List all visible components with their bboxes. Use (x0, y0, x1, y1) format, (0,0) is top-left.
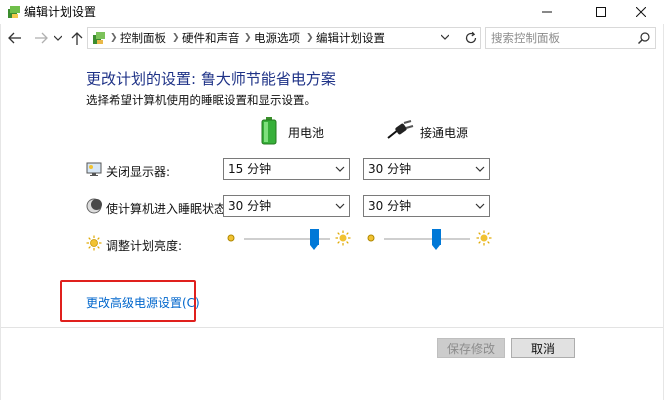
address-dropdown-icon[interactable] (441, 34, 449, 40)
power-options-app-icon (8, 6, 20, 18)
chevron-down-icon (475, 166, 485, 172)
window-title: 编辑计划设置 (24, 5, 97, 19)
select-value: 30 分钟 (368, 162, 412, 176)
power-plug-icon (387, 120, 414, 139)
up-arrow-icon (71, 32, 83, 45)
close-icon (636, 7, 646, 17)
brightness-sun-icon (86, 235, 102, 251)
slider-thumb[interactable] (310, 229, 319, 250)
breadcrumb-separator: ❯ (110, 33, 118, 43)
sleep-battery-select[interactable]: 30 分钟 (223, 195, 350, 217)
row-label-brightness: 调整计划亮度: (106, 239, 183, 253)
recent-locations-button[interactable] (52, 27, 64, 49)
select-value: 30 分钟 (368, 199, 412, 213)
breadcrumb-separator: ❯ (244, 33, 252, 43)
maximize-icon (596, 7, 606, 17)
refresh-icon[interactable] (464, 31, 478, 45)
brightness-plugged-slider[interactable] (384, 229, 470, 250)
chevron-down-icon (54, 35, 62, 41)
chevron-down-icon (335, 203, 345, 209)
select-value: 30 分钟 (228, 199, 272, 213)
sleep-plugged-select[interactable]: 30 分钟 (363, 195, 490, 217)
cancel-button[interactable]: 取消 (511, 338, 575, 358)
forward-arrow-icon (35, 32, 48, 44)
footer-divider (0, 327, 664, 328)
slider-thumb[interactable] (432, 229, 441, 250)
bright-sun-icon (335, 230, 351, 246)
page-title: 更改计划的设置: 鲁大师节能省电方案 (86, 70, 336, 88)
breadcrumb-edit-plan[interactable]: 编辑计划设置 (316, 28, 385, 48)
chevron-down-icon (335, 166, 345, 172)
breadcrumb-power-options[interactable]: 电源选项 (254, 28, 300, 48)
dim-sun-icon (227, 234, 235, 242)
save-changes-button[interactable]: 保存修改 (437, 338, 505, 358)
turn-off-display-plugged-select[interactable]: 30 分钟 (363, 158, 490, 180)
slider-track (384, 238, 470, 240)
forward-button[interactable] (31, 27, 51, 49)
breadcrumb-separator: ❯ (172, 33, 180, 43)
address-bar[interactable]: ❯ 控制面板 ❯ 硬件和声音 ❯ 电源选项 ❯ 编辑计划设置 (87, 27, 481, 49)
control-panel-icon (93, 32, 105, 44)
sleep-moon-icon (86, 198, 102, 214)
up-button[interactable] (67, 27, 87, 49)
brightness-battery-slider[interactable] (244, 229, 330, 250)
breadcrumb-separator: ❯ (306, 33, 314, 43)
chevron-down-icon (475, 203, 485, 209)
window-frame-left (0, 24, 1, 400)
column-header-battery: 用电池 (288, 126, 325, 140)
display-icon (86, 162, 102, 176)
search-box[interactable]: 搜索控制面板 (485, 27, 656, 49)
search-icon[interactable] (637, 31, 651, 45)
back-button[interactable] (5, 27, 25, 49)
advanced-power-settings-link[interactable]: 更改高级电源设置(C) (86, 294, 200, 311)
back-arrow-icon (8, 32, 21, 44)
select-value: 15 分钟 (228, 162, 272, 176)
close-button[interactable] (618, 0, 664, 24)
row-label-sleep: 使计算机进入睡眠状态: (106, 202, 231, 216)
minimize-icon (542, 11, 552, 13)
column-header-plugged-in: 接通电源 (420, 126, 469, 140)
breadcrumb-hardware-sound[interactable]: 硬件和声音 (182, 28, 240, 48)
battery-icon (261, 117, 277, 145)
row-label-turn-off-display: 关闭显示器: (106, 165, 171, 179)
dim-sun-icon (367, 234, 375, 242)
minimize-button[interactable] (524, 0, 570, 24)
search-placeholder: 搜索控制面板 (491, 31, 560, 45)
breadcrumb-control-panel[interactable]: 控制面板 (120, 28, 166, 48)
page-subtitle: 选择希望计算机使用的睡眠设置和显示设置。 (86, 93, 316, 107)
bright-sun-icon (476, 230, 492, 246)
turn-off-display-battery-select[interactable]: 15 分钟 (223, 158, 350, 180)
